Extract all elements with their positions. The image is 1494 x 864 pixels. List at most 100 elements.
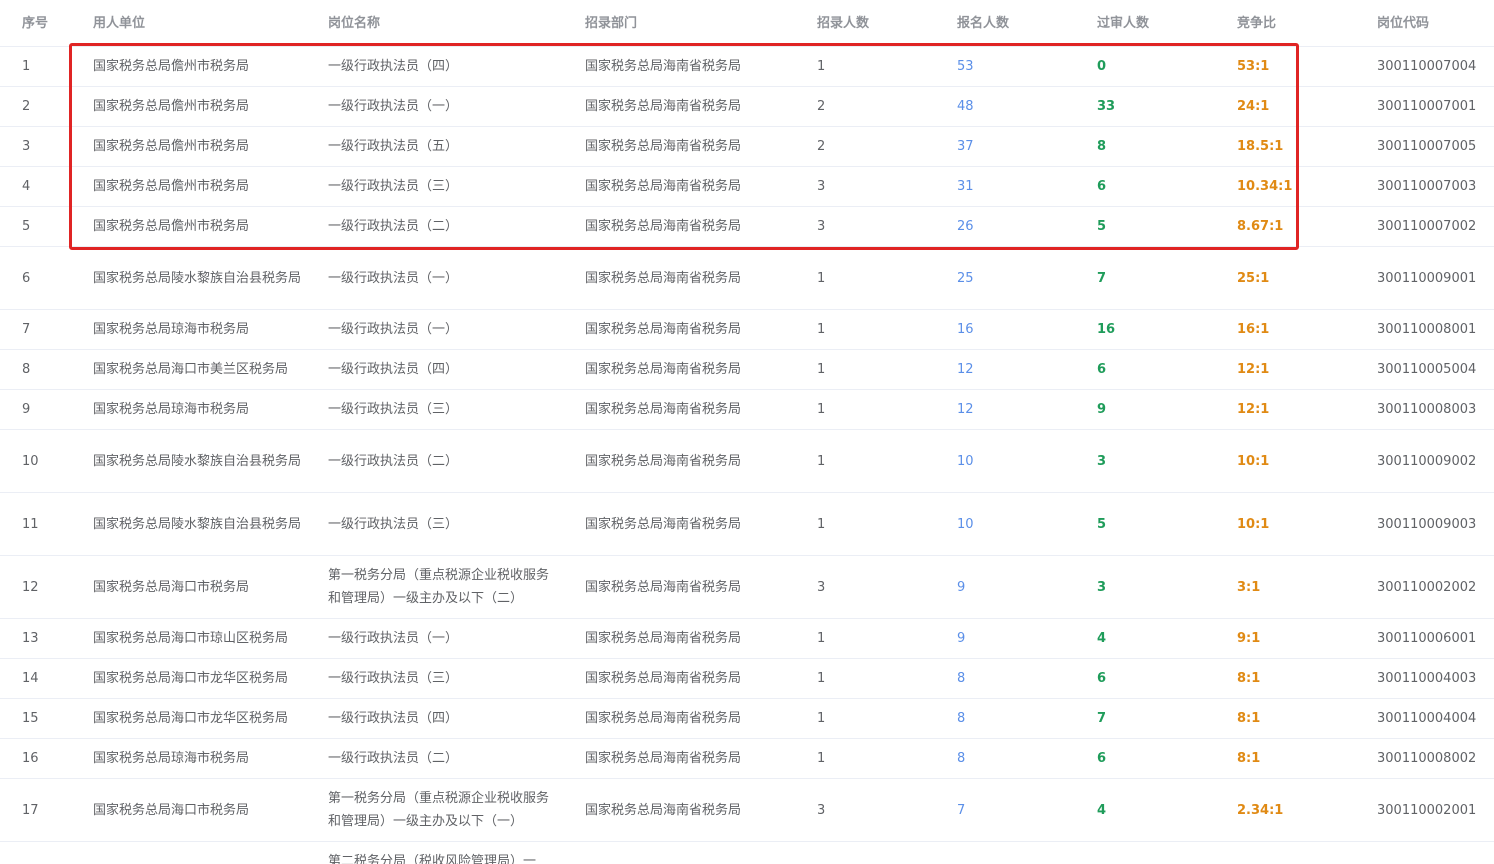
- row-recruit: 1: [817, 390, 937, 429]
- row-index: 13: [22, 619, 82, 658]
- row-applicants: 8: [957, 699, 1077, 738]
- row-department: 国家税务总局海南省税务局: [585, 310, 805, 349]
- row-unit-value: 国家税务总局琼海市税务局: [93, 402, 250, 417]
- row-recruit-value: 3: [817, 579, 826, 595]
- row-code: 300110007005: [1377, 127, 1494, 166]
- row-recruit-value: 1: [817, 59, 826, 74]
- table-row[interactable]: 第二税务分局（税收风险管理局）一: [0, 842, 1494, 864]
- row-passed-value: 0: [1097, 59, 1107, 74]
- row-code-value: 300110008003: [1377, 402, 1477, 417]
- row-position-value: 一级行政执法员（一）: [328, 322, 459, 337]
- table-row[interactable]: 16 国家税务总局琼海市税务局 一级行政执法员（二） 国家税务总局海南省税务局 1 8 6 8…: [0, 739, 1494, 779]
- row-unit: 国家税务总局海口市税务局: [93, 779, 309, 841]
- header-unit[interactable]: 用人单位: [93, 0, 309, 46]
- header-ratio[interactable]: 竞争比: [1237, 0, 1357, 46]
- row-passed: 4: [1097, 779, 1217, 841]
- table-row[interactable]: 5 国家税务总局儋州市税务局 一级行政执法员（二） 国家税务总局海南省税务局 3 26 5 8…: [0, 207, 1494, 247]
- row-ratio-value: 8:1: [1237, 751, 1261, 766]
- row-position: 第二税务分局（税收风险管理局）一: [328, 842, 560, 864]
- row-department: 国家税务总局海南省税务局: [585, 493, 805, 555]
- row-position-value: 一级行政执法员（二）: [328, 751, 459, 766]
- row-recruit-value: 1: [817, 631, 826, 646]
- row-index-value: 17: [22, 802, 39, 818]
- table-row[interactable]: 14 国家税务总局海口市龙华区税务局 一级行政执法员（三） 国家税务总局海南省税务局 1…: [0, 659, 1494, 699]
- row-index-value: 15: [22, 711, 39, 726]
- row-ratio: 8:1: [1237, 699, 1357, 738]
- row-recruit: 2: [817, 127, 937, 166]
- table-row[interactable]: 6 国家税务总局陵水黎族自治县税务局 一级行政执法员（一） 国家税务总局海南省税务局 1…: [0, 247, 1494, 310]
- row-code: 300110005004: [1377, 350, 1494, 389]
- table-row[interactable]: 8 国家税务总局海口市美兰区税务局 一级行政执法员（四） 国家税务总局海南省税务局 1 1…: [0, 350, 1494, 390]
- row-passed-value: 7: [1097, 270, 1107, 286]
- row-unit: 国家税务总局儋州市税务局: [93, 87, 309, 126]
- row-department: 国家税务总局海南省税务局: [585, 127, 805, 166]
- row-department: 国家税务总局海南省税务局: [585, 167, 805, 206]
- row-unit-value: 国家税务总局琼海市税务局: [93, 751, 250, 766]
- row-position-value: 一级行政执法员（一）: [328, 270, 459, 286]
- header-department[interactable]: 招录部门: [585, 0, 805, 46]
- row-position: 一级行政执法员（二）: [328, 207, 560, 246]
- row-position: 一级行政执法员（二）: [328, 430, 560, 492]
- table-row[interactable]: 10 国家税务总局陵水黎族自治县税务局 一级行政执法员（二） 国家税务总局海南省税务局…: [0, 430, 1494, 493]
- table-row[interactable]: 12 国家税务总局海口市税务局 第一税务分局（重点税源企业税收服务和管理局）一级主办…: [0, 556, 1494, 619]
- table-row[interactable]: 11 国家税务总局陵水黎族自治县税务局 一级行政执法员（三） 国家税务总局海南省税务局…: [0, 493, 1494, 556]
- row-code: 300110007003: [1377, 167, 1494, 206]
- row-passed: 3: [1097, 430, 1217, 492]
- row-applicants: 25: [957, 247, 1077, 309]
- header-position[interactable]: 岗位名称: [328, 0, 560, 46]
- header-recruit[interactable]: 招录人数: [817, 0, 937, 46]
- row-applicants-value: 25: [957, 270, 974, 286]
- header-applicants[interactable]: 报名人数: [957, 0, 1077, 46]
- row-code-value: 300110004003: [1377, 671, 1477, 686]
- table-row[interactable]: 7 国家税务总局琼海市税务局 一级行政执法员（一） 国家税务总局海南省税务局 1 16 16…: [0, 310, 1494, 350]
- table-row[interactable]: 13 国家税务总局海口市琼山区税务局 一级行政执法员（一） 国家税务总局海南省税务局 1…: [0, 619, 1494, 659]
- row-index: 3: [22, 127, 82, 166]
- row-ratio: 8.67:1: [1237, 207, 1357, 246]
- row-index: 12: [22, 556, 82, 618]
- row-position-value: 一级行政执法员（四）: [328, 362, 459, 377]
- row-department-value: 国家税务总局海南省税务局: [585, 402, 742, 417]
- row-passed-value: 7: [1097, 711, 1107, 726]
- table-row[interactable]: 17 国家税务总局海口市税务局 第一税务分局（重点税源企业税收服务和管理局）一级主办…: [0, 779, 1494, 842]
- row-code: 300110009002: [1377, 430, 1494, 492]
- row-index: 8: [22, 350, 82, 389]
- row-index: [22, 842, 82, 864]
- row-applicants: 8: [957, 659, 1077, 698]
- row-ratio: 10:1: [1237, 493, 1357, 555]
- row-unit-value: 国家税务总局儋州市税务局: [93, 59, 250, 74]
- table-row[interactable]: 9 国家税务总局琼海市税务局 一级行政执法员（三） 国家税务总局海南省税务局 1 12 9 1…: [0, 390, 1494, 430]
- row-ratio-value: 53:1: [1237, 59, 1270, 74]
- row-recruit-value: 1: [817, 671, 826, 686]
- row-unit-value: 国家税务总局海口市美兰区税务局: [93, 362, 289, 377]
- row-position: 一级行政执法员（三）: [328, 167, 560, 206]
- row-index-value: 14: [22, 671, 39, 686]
- row-ratio-value: 8.67:1: [1237, 219, 1284, 234]
- row-code-value: 300110009003: [1377, 516, 1477, 532]
- header-code[interactable]: 岗位代码: [1377, 0, 1494, 46]
- table-row[interactable]: 1 国家税务总局儋州市税务局 一级行政执法员（四） 国家税务总局海南省税务局 1 53 0 5…: [0, 47, 1494, 87]
- row-recruit: 3: [817, 556, 937, 618]
- row-position-value: 一级行政执法员（二）: [328, 219, 459, 234]
- row-applicants: 12: [957, 390, 1077, 429]
- row-ratio: 24:1: [1237, 87, 1357, 126]
- row-unit: 国家税务总局陵水黎族自治县税务局: [93, 247, 309, 309]
- row-ratio-value: 3:1: [1237, 579, 1261, 595]
- row-position-value: 一级行政执法员（三）: [328, 516, 459, 532]
- row-ratio: [1237, 842, 1357, 864]
- table-row[interactable]: 3 国家税务总局儋州市税务局 一级行政执法员（五） 国家税务总局海南省税务局 2 37 8 1…: [0, 127, 1494, 167]
- row-recruit: 2: [817, 87, 937, 126]
- row-index-value: 8: [22, 362, 31, 377]
- table-row[interactable]: 15 国家税务总局海口市龙华区税务局 一级行政执法员（四） 国家税务总局海南省税务局 1…: [0, 699, 1494, 739]
- table-row[interactable]: 4 国家税务总局儋州市税务局 一级行政执法员（三） 国家税务总局海南省税务局 3 31 6 1…: [0, 167, 1494, 207]
- row-code-value: 300110007004: [1377, 59, 1477, 74]
- row-applicants: 48: [957, 87, 1077, 126]
- row-ratio: 10.34:1: [1237, 167, 1357, 206]
- row-recruit-value: 1: [817, 322, 826, 337]
- header-passed[interactable]: 过审人数: [1097, 0, 1217, 46]
- table-row[interactable]: 2 国家税务总局儋州市税务局 一级行政执法员（一） 国家税务总局海南省税务局 2 48 33…: [0, 87, 1494, 127]
- row-index-value: 3: [22, 139, 31, 154]
- row-passed: 0: [1097, 47, 1217, 86]
- row-index: 9: [22, 390, 82, 429]
- row-department: 国家税务总局海南省税务局: [585, 739, 805, 778]
- row-index: 1: [22, 47, 82, 86]
